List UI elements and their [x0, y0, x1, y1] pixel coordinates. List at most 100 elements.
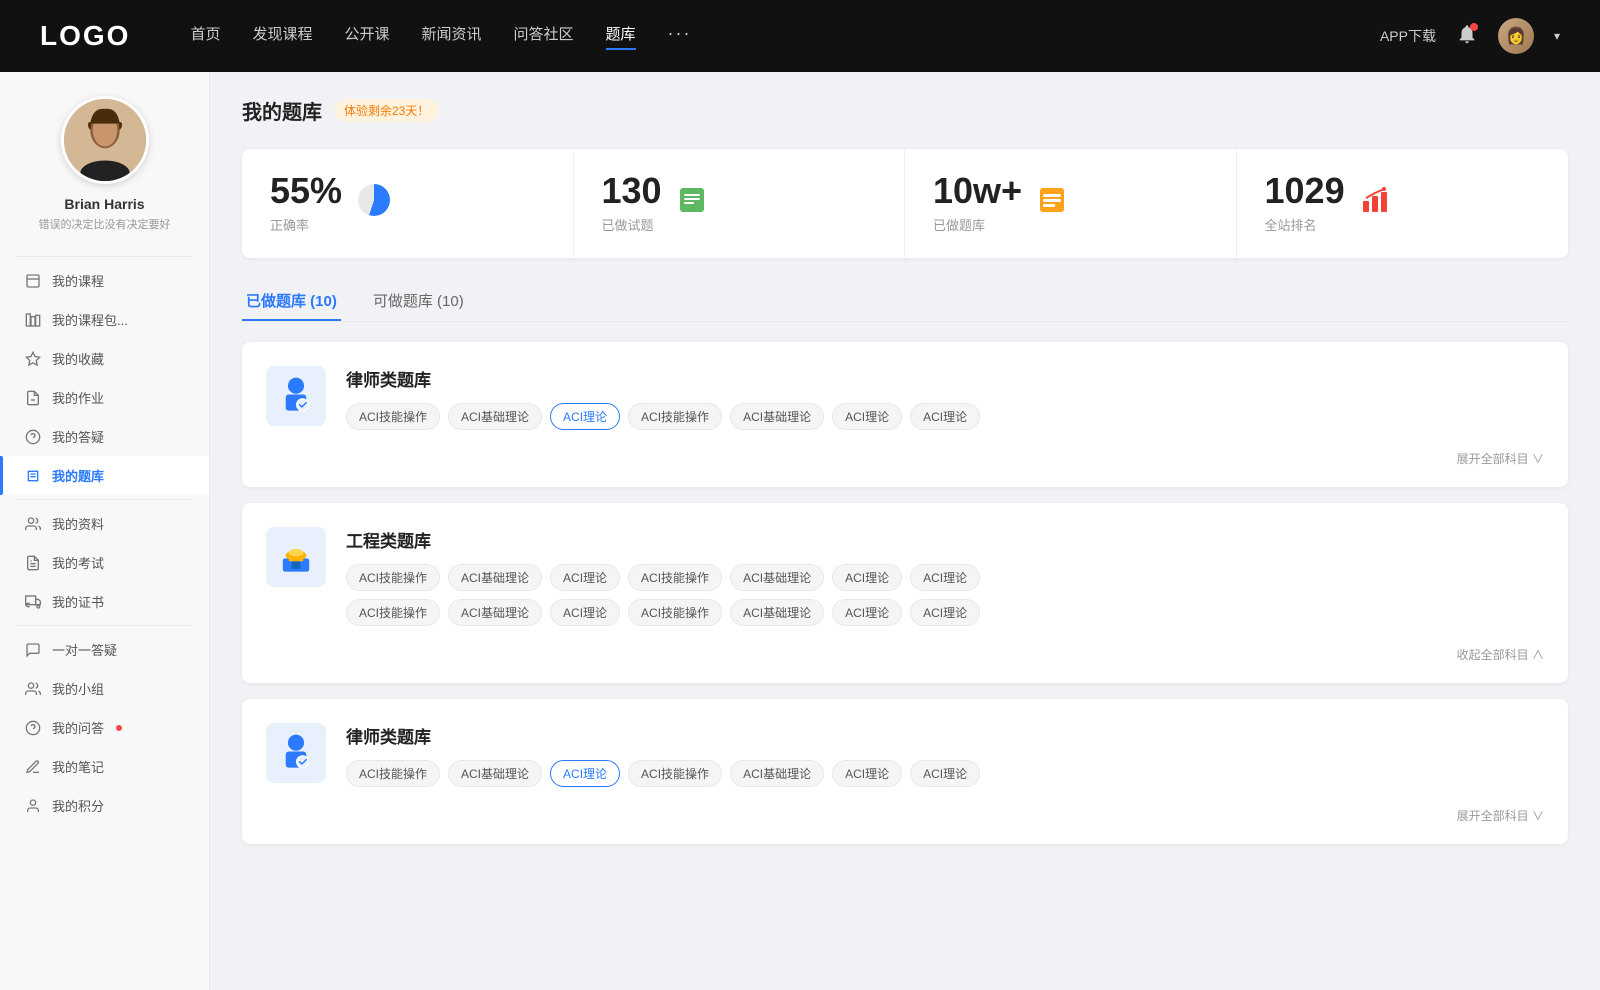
bank-3-tag-6[interactable]: ACI理论: [910, 760, 980, 787]
bank-2-tag2-1[interactable]: ACI基础理论: [448, 599, 542, 626]
points-icon: [24, 797, 42, 815]
bank-2-tag-0[interactable]: ACI技能操作: [346, 564, 440, 591]
sidebar-divider-2: [16, 499, 193, 500]
stat-done-b-label: 已做题库: [933, 215, 1022, 234]
sidebar-item-notes[interactable]: 我的笔记: [0, 747, 209, 786]
tab-available-banks[interactable]: 可做题库 (10): [369, 282, 468, 321]
favorites-icon: [24, 350, 42, 368]
profile-name: Brian Harris: [16, 196, 193, 212]
bank-3-tag-2[interactable]: ACI理论: [550, 760, 620, 787]
group-icon: [24, 680, 42, 698]
stat-done-b-value: 10w+: [933, 173, 1022, 209]
my-courses-icon: [24, 272, 42, 290]
bank-1-tag-0[interactable]: ACI技能操作: [346, 403, 440, 430]
page-header: 我的题库 体验剩余23天！: [242, 96, 1568, 125]
bank-1-tag-6[interactable]: ACI理论: [910, 403, 980, 430]
bank-2-tag2-4[interactable]: ACI基础理论: [730, 599, 824, 626]
nav-home[interactable]: 首页: [190, 23, 220, 50]
nav-discover[interactable]: 发现课程: [252, 23, 312, 50]
sidebar-points-label: 我的积分: [52, 796, 104, 815]
user-avatar[interactable]: 👩: [1498, 18, 1534, 54]
stat-accuracy-value: 55%: [270, 173, 342, 209]
profile-data-icon: [24, 515, 42, 533]
stats-row: 55% 正确率 130 已做试题 10w+ 已做题库: [242, 149, 1568, 258]
bank-2-tag2-5[interactable]: ACI理论: [832, 599, 902, 626]
one-on-one-icon: [24, 641, 42, 659]
bank-1-expand[interactable]: 展开全部科目 ∨: [266, 446, 1544, 471]
bank-1-tag-4[interactable]: ACI基础理论: [730, 403, 824, 430]
bank-2-tag-5[interactable]: ACI理论: [832, 564, 902, 591]
navbar: LOGO 首页 发现课程 公开课 新闻资讯 问答社区 题库 ··· APP下载 …: [0, 0, 1600, 72]
bank-card-3: 律师类题库 ACI技能操作 ACI基础理论 ACI理论 ACI技能操作 ACI基…: [242, 699, 1568, 844]
stat-accuracy-label: 正确率: [270, 215, 342, 234]
exam-icon: [24, 554, 42, 572]
sidebar-item-one-on-one[interactable]: 一对一答疑: [0, 630, 209, 669]
nav-mooc[interactable]: 公开课: [344, 23, 389, 50]
bank-2-tag2-3[interactable]: ACI技能操作: [628, 599, 722, 626]
bank-1-icon: [266, 366, 326, 426]
bank-2-tags-row1: ACI技能操作 ACI基础理论 ACI理论 ACI技能操作 ACI基础理论 AC…: [346, 564, 1544, 591]
notification-bell[interactable]: [1456, 23, 1478, 50]
bank-3-tag-4[interactable]: ACI基础理论: [730, 760, 824, 787]
homework-icon: [24, 389, 42, 407]
sidebar-favorites-label: 我的收藏: [52, 349, 104, 368]
sidebar-item-quiz-bank[interactable]: 我的题库: [0, 456, 209, 495]
sidebar-item-homework[interactable]: 我的作业: [0, 378, 209, 417]
certificate-icon: [24, 593, 42, 611]
user-menu-arrow[interactable]: ▾: [1554, 29, 1560, 43]
app-download-button[interactable]: APP下载: [1380, 26, 1436, 46]
sidebar-divider-1: [16, 256, 193, 257]
bank-1-name: 律师类题库: [346, 366, 1544, 391]
bank-2-tag-4[interactable]: ACI基础理论: [730, 564, 824, 591]
bank-card-1: 律师类题库 ACI技能操作 ACI基础理论 ACI理论 ACI技能操作 ACI基…: [242, 342, 1568, 487]
bank-2-tag-2[interactable]: ACI理论: [550, 564, 620, 591]
nav-more[interactable]: ···: [668, 23, 692, 50]
bank-1-tag-1[interactable]: ACI基础理论: [448, 403, 542, 430]
stat-done-banks: 10w+ 已做题库: [905, 149, 1237, 258]
bank-3-info: 律师类题库 ACI技能操作 ACI基础理论 ACI理论 ACI技能操作 ACI基…: [346, 723, 1544, 787]
avatar-image: [64, 99, 146, 181]
sidebar-avatar: [61, 96, 149, 184]
sidebar-item-course-package[interactable]: 我的课程包...: [0, 300, 209, 339]
bank-1-tag-5[interactable]: ACI理论: [832, 403, 902, 430]
nav-quiz[interactable]: 题库: [606, 23, 636, 50]
bank-1-tag-3[interactable]: ACI技能操作: [628, 403, 722, 430]
bank-3-tag-3[interactable]: ACI技能操作: [628, 760, 722, 787]
tab-done-banks[interactable]: 已做题库 (10): [242, 282, 341, 321]
sidebar-item-group[interactable]: 我的小组: [0, 669, 209, 708]
nav-news[interactable]: 新闻资讯: [422, 23, 482, 50]
bank-2-tag2-0[interactable]: ACI技能操作: [346, 599, 440, 626]
sidebar-course-pkg-label: 我的课程包...: [52, 310, 128, 329]
sidebar-item-exam[interactable]: 我的考试: [0, 543, 209, 582]
sidebar-quiz-bank-label: 我的题库: [52, 466, 104, 485]
bank-3-tag-5[interactable]: ACI理论: [832, 760, 902, 787]
bank-3-tag-0[interactable]: ACI技能操作: [346, 760, 440, 787]
sidebar-profile-data-label: 我的资料: [52, 514, 104, 533]
nav-qa[interactable]: 问答社区: [514, 23, 574, 50]
sidebar-item-answers[interactable]: 我的答疑: [0, 417, 209, 456]
sidebar-item-my-qa[interactable]: 我的问答: [0, 708, 209, 747]
sidebar-item-points[interactable]: 我的积分: [0, 786, 209, 825]
notes-icon: [24, 758, 42, 776]
bank-2-tag-6[interactable]: ACI理论: [910, 564, 980, 591]
tabs-row: 已做题库 (10) 可做题库 (10): [242, 282, 1568, 322]
sidebar-item-my-courses[interactable]: 我的课程: [0, 261, 209, 300]
bank-2-tag-1[interactable]: ACI基础理论: [448, 564, 542, 591]
stat-rank-label: 全站排名: [1265, 215, 1345, 234]
bank-3-expand[interactable]: 展开全部科目 ∨: [266, 803, 1544, 828]
nav-right: APP下载 👩 ▾: [1380, 18, 1560, 54]
bank-1-tag-2[interactable]: ACI理论: [550, 403, 620, 430]
done-questions-icon: [678, 186, 706, 221]
bank-2-tag2-6[interactable]: ACI理论: [910, 599, 980, 626]
bank-2-icon: [266, 527, 326, 587]
profile-section: Brian Harris 错误的决定比没有决定要好: [0, 96, 209, 252]
bank-3-tag-1[interactable]: ACI基础理论: [448, 760, 542, 787]
sidebar-item-certificate[interactable]: 我的证书: [0, 582, 209, 621]
bank-1-tags: ACI技能操作 ACI基础理论 ACI理论 ACI技能操作 ACI基础理论 AC…: [346, 403, 1544, 430]
bank-3-name: 律师类题库: [346, 723, 1544, 748]
sidebar-item-favorites[interactable]: 我的收藏: [0, 339, 209, 378]
bank-2-tag2-2[interactable]: ACI理论: [550, 599, 620, 626]
bank-2-collapse[interactable]: 收起全部科目 ∧: [266, 642, 1544, 667]
sidebar-item-profile-data[interactable]: 我的资料: [0, 504, 209, 543]
bank-2-tag-3[interactable]: ACI技能操作: [628, 564, 722, 591]
